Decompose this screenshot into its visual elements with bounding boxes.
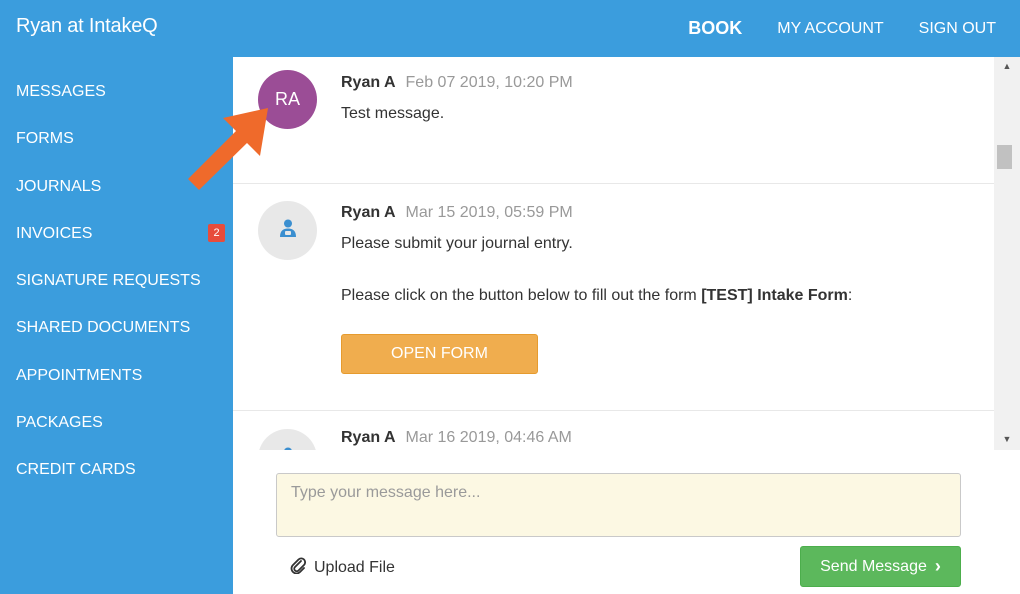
- form-name: [TEST] Intake Form: [701, 287, 848, 304]
- message-meta: Ryan A Feb 07 2019, 10:20 PM: [341, 74, 573, 92]
- sidebar-item-appointments[interactable]: APPOINTMENTS: [0, 358, 233, 405]
- sidebar-item-shared-documents[interactable]: SHARED DOCUMENTS: [0, 310, 233, 357]
- sidebar-item-packages[interactable]: PACKAGES: [0, 405, 233, 452]
- sidebar-item-label: SIGNATURE REQUESTS: [16, 272, 201, 290]
- form-prompt: Please click on the button below to fill…: [341, 287, 852, 305]
- message-date: Feb 07 2019, 10:20 PM: [405, 74, 573, 91]
- upload-file-button[interactable]: Upload File: [290, 556, 395, 579]
- sidebar-item-label: MESSAGES: [16, 83, 106, 100]
- nav-sign-out-link[interactable]: SIGN OUT: [919, 20, 996, 38]
- nav-my-account-link[interactable]: MY ACCOUNT: [777, 20, 883, 38]
- sidebar-item-label: CREDIT CARDS: [16, 461, 136, 479]
- message-date: Mar 16 2019, 04:46 AM: [405, 429, 572, 446]
- send-message-label: Send Message: [820, 557, 927, 575]
- scroll-up-icon[interactable]: ▲: [994, 59, 1020, 73]
- message-author: Ryan A: [341, 429, 396, 446]
- sidebar-item-signature-requests[interactable]: SIGNATURE REQUESTS: [0, 263, 233, 310]
- sidebar-item-label: APPOINTMENTS: [16, 366, 143, 384]
- sidebar-item-journals[interactable]: JOURNALS: [0, 169, 233, 216]
- message-item: Ryan A Mar 15 2019, 05:59 PM Please submi…: [233, 184, 994, 411]
- sidebar-item-messages[interactable]: MESSAGES: [0, 74, 233, 121]
- user-badge-icon: [278, 218, 298, 243]
- sidebar-item-invoices[interactable]: INVOICES 2: [0, 216, 233, 263]
- nav-book-link[interactable]: BOOK: [688, 18, 742, 39]
- message-author: Ryan A: [341, 74, 396, 91]
- invoices-count-badge: 2: [208, 223, 225, 242]
- sidebar-item-label: SHARED DOCUMENTS: [16, 319, 191, 337]
- avatar-initials: RA: [274, 89, 300, 109]
- message-date: Mar 15 2019, 05:59 PM: [405, 204, 573, 221]
- avatar: [258, 201, 317, 260]
- message-meta: Ryan A Mar 16 2019, 04:46 AM: [341, 429, 572, 447]
- form-prompt-suffix: :: [847, 287, 853, 304]
- sidebar-menu: MESSAGES FORMS JOURNALS INVOICES 2 SIGNA…: [0, 57, 233, 500]
- chevron-right-icon: ›: [934, 556, 941, 576]
- top-bar: Ryan at IntakeQ BOOK MY ACCOUNT SIGN OUT: [0, 0, 1020, 57]
- sidebar: MESSAGES FORMS JOURNALS INVOICES 2 SIGNA…: [0, 57, 233, 594]
- message-feed: RA Ryan A Feb 07 2019, 10:20 PM Test mess…: [233, 57, 994, 450]
- sidebar-item-label: JOURNALS: [16, 177, 102, 195]
- paperclip-icon: [290, 556, 314, 579]
- avatar: RA: [258, 70, 317, 129]
- sidebar-item-label: INVOICES: [16, 224, 93, 242]
- scroll-down-icon[interactable]: ▼: [994, 432, 1020, 446]
- scroll-thumb[interactable]: [997, 145, 1012, 169]
- message-composer: Upload File Send Message ›: [233, 450, 1020, 594]
- message-text: Test message.: [341, 105, 445, 122]
- form-prompt-text: Please click on the button below to fill…: [341, 287, 702, 304]
- feed-scrollbar[interactable]: ▲ ▼: [994, 57, 1020, 450]
- open-form-button[interactable]: OPEN FORM: [341, 334, 538, 374]
- message-text: Please submit your journal entry.: [341, 235, 573, 252]
- send-message-button[interactable]: Send Message ›: [800, 546, 961, 587]
- sidebar-item-credit-cards[interactable]: CREDIT CARDS: [0, 452, 233, 499]
- upload-file-label: Upload File: [314, 558, 395, 576]
- sidebar-item-label: FORMS: [16, 130, 74, 148]
- message-author: Ryan A: [341, 204, 396, 221]
- message-item: Ryan A Mar 16 2019, 04:46 AM: [233, 411, 994, 450]
- brand-title: Ryan at IntakeQ: [16, 15, 158, 37]
- sidebar-item-forms[interactable]: FORMS: [0, 121, 233, 168]
- message-meta: Ryan A Mar 15 2019, 05:59 PM: [341, 204, 573, 222]
- top-nav: BOOK MY ACCOUNT SIGN OUT: [688, 0, 1020, 57]
- message-input[interactable]: [276, 473, 961, 537]
- avatar: [258, 429, 317, 450]
- message-item: RA Ryan A Feb 07 2019, 10:20 PM Test mess…: [233, 57, 994, 184]
- sidebar-item-label: PACKAGES: [16, 414, 103, 432]
